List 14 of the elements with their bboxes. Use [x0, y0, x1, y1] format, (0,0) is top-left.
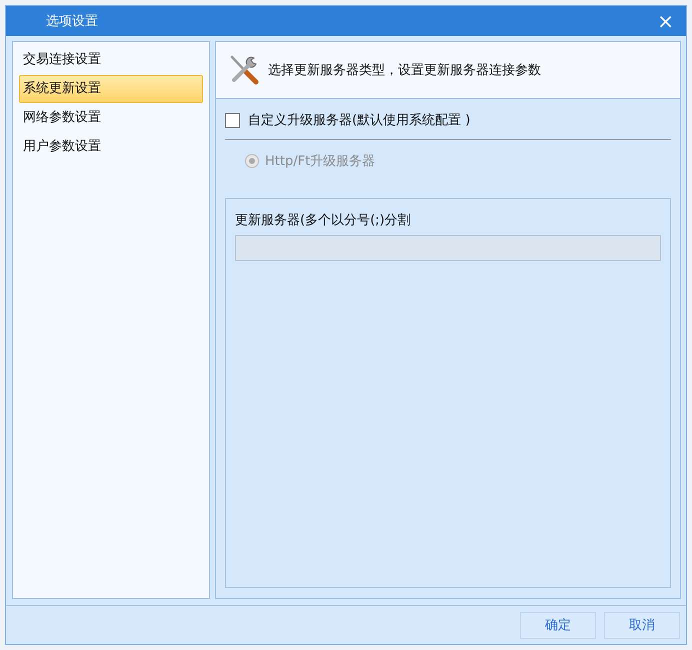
- radio-label: Http/Ft升级服务器: [265, 153, 376, 170]
- ok-button[interactable]: 确定: [520, 612, 596, 638]
- sidebar-item[interactable]: 交易连接设置: [19, 46, 203, 74]
- checkbox[interactable]: [225, 112, 240, 128]
- server-list-label: 更新服务器(多个以分号(;)分割: [235, 212, 412, 229]
- sidebar-item[interactable]: 网络参数设置: [19, 104, 203, 132]
- checkbox-label: 自定义升级服务器(默认使用系统配置 ): [248, 112, 470, 129]
- window-title: 选项设置: [46, 13, 98, 30]
- sidebar-item[interactable]: 用户参数设置: [19, 133, 203, 161]
- tools-icon: [228, 54, 260, 86]
- sidebar-item[interactable]: 系统更新设置: [19, 75, 203, 103]
- close-button[interactable]: ×: [653, 9, 678, 33]
- header-text: 选择更新服务器类型，设置更新服务器连接参数: [268, 62, 541, 79]
- cancel-button[interactable]: 取消: [604, 612, 680, 638]
